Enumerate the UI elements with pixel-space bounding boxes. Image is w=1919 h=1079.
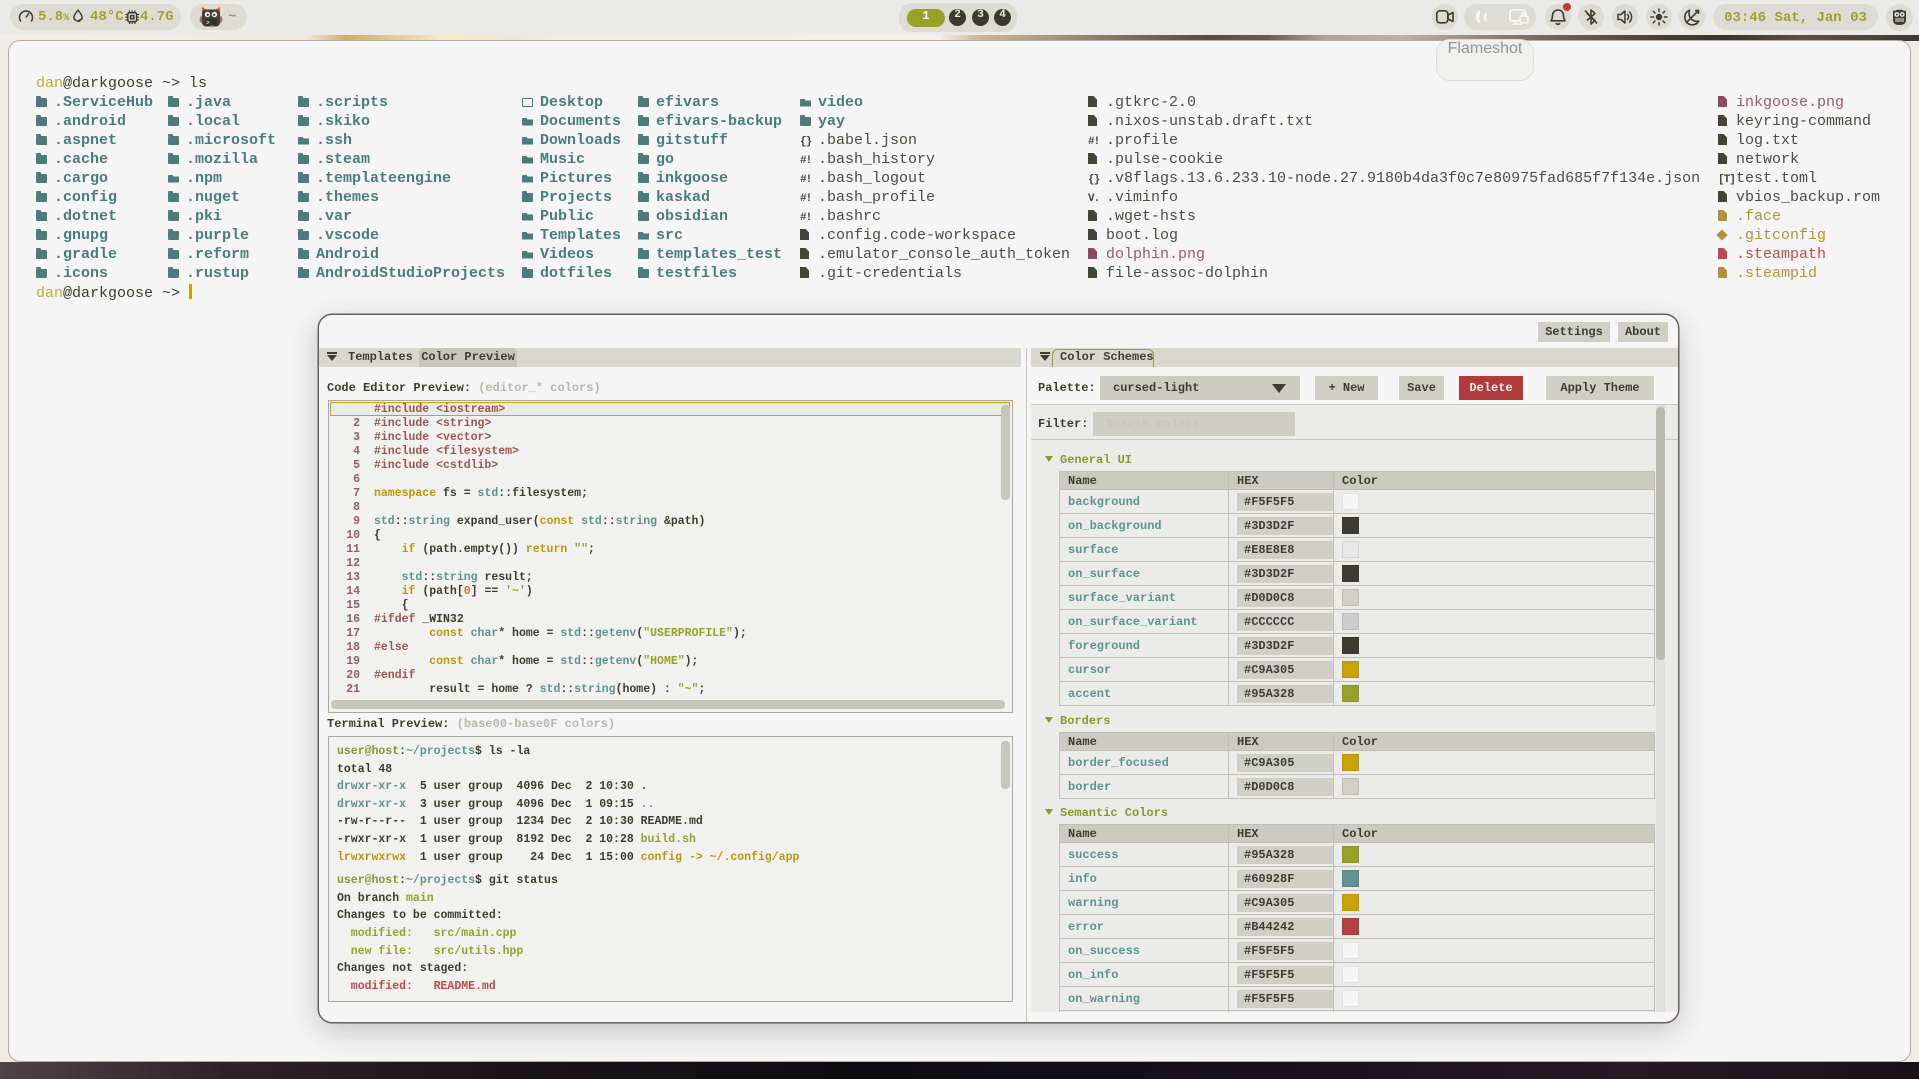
svg-text:>_: >_ bbox=[206, 20, 214, 27]
